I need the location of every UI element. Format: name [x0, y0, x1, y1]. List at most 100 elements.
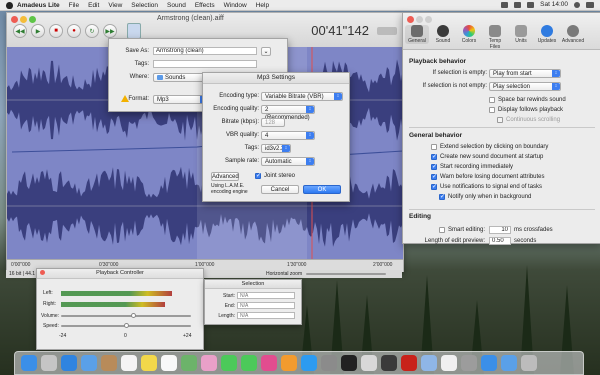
selection-end-field[interactable]: [237, 302, 295, 309]
tag-version-select[interactable]: id3v2.3 ↕: [261, 144, 291, 153]
zoom-slider[interactable]: [306, 273, 386, 275]
minimize-window-button[interactable]: [20, 16, 27, 23]
selection-length-field[interactable]: [237, 312, 295, 319]
joint-stereo-checkbox[interactable]: ✓: [255, 173, 261, 179]
tab-sound[interactable]: Sound: [431, 25, 455, 44]
general-option-checkbox[interactable]: ✓: [439, 194, 445, 200]
dock-mail-icon[interactable]: [81, 355, 97, 371]
dock-itunes-icon[interactable]: [261, 355, 277, 371]
cancel-button[interactable]: Cancel: [261, 185, 299, 194]
if-not-empty-select[interactable]: Play selection ↕: [489, 82, 561, 91]
menu-sound[interactable]: Sound: [167, 2, 186, 9]
volume-slider[interactable]: [61, 315, 191, 317]
menu-edit[interactable]: Edit: [88, 2, 99, 9]
general-option-label: Notify only when in background: [448, 194, 532, 200]
app-menu[interactable]: Amadeus Lite: [17, 2, 60, 9]
tags-field[interactable]: [153, 60, 257, 68]
speed-slider-knob[interactable]: [124, 323, 129, 328]
space-rewinds-checkbox[interactable]: [489, 97, 495, 103]
general-option-checkbox[interactable]: ✓: [431, 164, 437, 170]
encoding-type-select[interactable]: Variable Bitrate (VBR) ↕: [261, 92, 343, 101]
menu-selection[interactable]: Selection: [131, 2, 158, 9]
loop-button[interactable]: ↻: [85, 24, 99, 38]
dock-messages-icon[interactable]: [221, 355, 237, 371]
save-as-field[interactable]: [153, 47, 257, 55]
tab-colors[interactable]: Colors: [457, 25, 481, 44]
dock-texteditor-icon[interactable]: [441, 355, 457, 371]
dock-appstore-icon[interactable]: [301, 355, 317, 371]
dock-finder2-icon[interactable]: [481, 355, 497, 371]
selection-start-field[interactable]: [237, 292, 295, 299]
apple-menu-icon[interactable]: [6, 1, 13, 9]
general-option-checkbox[interactable]: ✓: [431, 184, 437, 190]
preview-length-field[interactable]: [489, 237, 511, 245]
dock-preferences-icon[interactable]: [321, 355, 337, 371]
spotlight-icon[interactable]: [574, 1, 580, 8]
close-window-button[interactable]: [11, 16, 18, 23]
dock-downloads-icon[interactable]: [501, 355, 517, 371]
volume-label: Volume:: [41, 313, 60, 319]
ok-button[interactable]: OK: [303, 185, 341, 194]
format-select[interactable]: Mp3 ↕: [153, 95, 209, 104]
if-empty-select[interactable]: Play from start ↕: [489, 69, 561, 78]
sample-rate-select[interactable]: Automatic ↕: [261, 157, 315, 166]
smart-editing-checkbox[interactable]: [439, 227, 445, 233]
general-option-checkbox[interactable]: [431, 144, 437, 150]
vbr-quality-select[interactable]: 4 ↕: [261, 131, 315, 140]
dock-terminal-icon[interactable]: [341, 355, 357, 371]
dock-preview-icon[interactable]: [421, 355, 437, 371]
play-button[interactable]: ▶: [31, 24, 45, 38]
dock-launchpad-icon[interactable]: [41, 355, 57, 371]
volume-slider-knob[interactable]: [130, 313, 136, 318]
menu-window[interactable]: Window: [224, 2, 247, 9]
dock-facetime-icon[interactable]: [241, 355, 257, 371]
record-button[interactable]: ●: [67, 24, 81, 38]
battery-icon[interactable]: [527, 1, 535, 8]
general-option-checkbox[interactable]: ✓: [431, 174, 437, 180]
tab-updates[interactable]: Updates: [535, 25, 559, 44]
dock-notes-icon[interactable]: [141, 355, 157, 371]
dock-trash-icon[interactable]: [521, 355, 537, 371]
advanced-button[interactable]: Advanced: [211, 172, 239, 181]
sample-rate-label: Sample rate:: [224, 158, 259, 164]
ruler-icon: [515, 25, 527, 37]
dock-amadeus-icon[interactable]: [381, 355, 397, 371]
menu-file[interactable]: File: [69, 2, 79, 9]
close-window-button[interactable]: [407, 16, 414, 23]
notification-center-icon[interactable]: [586, 1, 594, 8]
dock-calendar-icon[interactable]: [121, 355, 137, 371]
dock-activity-icon[interactable]: [361, 355, 377, 371]
tab-general[interactable]: General: [405, 25, 429, 44]
dock-photos-icon[interactable]: [201, 355, 217, 371]
if-empty-value: Play from start: [493, 71, 532, 77]
expand-dialog-button[interactable]: ⌄: [261, 47, 271, 56]
stop-button[interactable]: ■: [49, 24, 63, 38]
dock-acrobat-icon[interactable]: [401, 355, 417, 371]
dock-finder-icon[interactable]: [21, 355, 37, 371]
menu-help[interactable]: Help: [256, 2, 269, 9]
controller-title: Playback Controller: [37, 269, 203, 279]
zoom-window-button[interactable]: [29, 16, 36, 23]
time-format-toggle[interactable]: [377, 27, 397, 35]
display-follows-checkbox[interactable]: [489, 107, 495, 113]
fast-forward-button[interactable]: ▶▶: [103, 24, 117, 38]
menu-view[interactable]: View: [108, 2, 122, 9]
wifi-icon[interactable]: [501, 1, 509, 8]
close-window-button[interactable]: [40, 270, 45, 275]
menubar-clock[interactable]: Sat 14:00: [540, 1, 568, 8]
dock-ibooks-icon[interactable]: [281, 355, 297, 371]
menu-effects[interactable]: Effects: [195, 2, 215, 9]
volume-icon[interactable]: [514, 1, 522, 8]
dock-maps-icon[interactable]: [181, 355, 197, 371]
dock-safari-icon[interactable]: [61, 355, 77, 371]
smart-editing-field[interactable]: [489, 226, 511, 234]
tab-units[interactable]: Units: [509, 25, 533, 44]
tab-temp-files[interactable]: Temp Files: [483, 25, 507, 50]
dock-reminders-icon[interactable]: [161, 355, 177, 371]
tab-advanced[interactable]: Advanced: [561, 25, 585, 44]
general-option-checkbox[interactable]: ✓: [431, 154, 437, 160]
dock-contacts-icon[interactable]: [101, 355, 117, 371]
dock-keychain-icon[interactable]: [461, 355, 477, 371]
encoding-quality-select[interactable]: 2 (Recommended) ↕: [261, 105, 315, 121]
rewind-button[interactable]: ◀◀: [13, 24, 27, 38]
